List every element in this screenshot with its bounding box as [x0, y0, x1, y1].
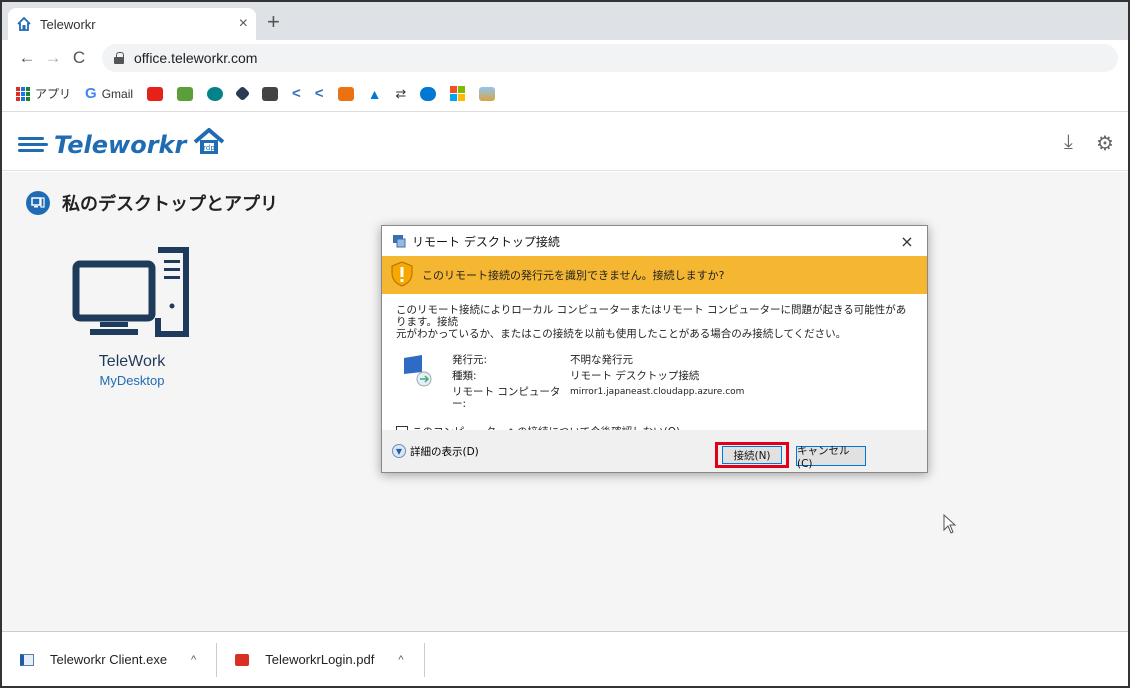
- bookmark-apps-label: アプリ: [35, 87, 72, 101]
- reload-button[interactable]: C: [66, 48, 92, 68]
- bookmark-13[interactable]: [479, 86, 496, 101]
- chevron-down-icon: ▼: [392, 444, 406, 458]
- apps-grid-icon: [16, 86, 30, 101]
- arrow-left-icon: <: [314, 85, 324, 102]
- app-header: Teleworkr rdp ⤓ ⚙: [2, 113, 1128, 171]
- house-icon: [16, 16, 32, 32]
- rdp-dialog: リモート デスクトップ接続 × このリモート接続の発行元を識別できません。接続し…: [381, 225, 928, 473]
- download-name: TeleworkrLogin.pdf: [265, 652, 375, 667]
- bookmark-7[interactable]: <: [315, 85, 324, 102]
- computer-label: リモート コンピューター:: [452, 386, 561, 410]
- url-input[interactable]: office.teleworkr.com: [102, 44, 1118, 72]
- cube-icon: [337, 86, 354, 101]
- download-divider: [423, 642, 425, 677]
- tab-title: Teleworkr: [40, 16, 96, 32]
- new-tab-button[interactable]: +: [267, 10, 280, 34]
- azure-icon: ▲: [367, 85, 382, 102]
- connect-button[interactable]: 接続(N): [722, 446, 782, 464]
- bookmark-3[interactable]: [207, 86, 224, 101]
- type-label: 種類:: [452, 370, 477, 382]
- google-icon: G: [85, 85, 97, 102]
- remote-icon: ⇄: [395, 85, 407, 101]
- pdf-file-icon: [235, 653, 250, 666]
- logo-lines-icon: [18, 137, 48, 152]
- section-title: 私のデスクトップとアプリ: [62, 194, 278, 214]
- remote-computer-icon: [402, 354, 452, 410]
- downloads-bar: Teleworkr Client.exe ^ TeleworkrLogin.pd…: [2, 633, 1128, 686]
- bookmark-6[interactable]: <: [292, 85, 301, 102]
- desktop-tile[interactable]: TeleWork MyDesktop: [62, 246, 202, 388]
- bookmark-apps[interactable]: アプリ: [16, 85, 71, 102]
- bookmark-9[interactable]: ▲: [368, 86, 382, 102]
- svg-text:rdp: rdp: [204, 144, 216, 152]
- bookmark-youtube[interactable]: [147, 86, 164, 101]
- youtube-icon: [147, 86, 164, 101]
- rdp-icon: [393, 235, 406, 248]
- desktop-section-icon: [26, 191, 50, 215]
- bookmark-8[interactable]: [337, 86, 354, 101]
- bookmark-12[interactable]: [450, 86, 466, 101]
- download-item-exe[interactable]: Teleworkr Client.exe ^: [2, 633, 216, 686]
- computer-icon: [72, 247, 189, 337]
- desktop-name: TeleWork: [98, 353, 166, 370]
- teleworkr-logo[interactable]: Teleworkr rdp: [18, 127, 226, 162]
- forward-button[interactable]: →: [40, 48, 66, 68]
- address-bar-row: ← → C office.teleworkr.com: [2, 40, 1128, 76]
- lock-icon: [114, 52, 124, 64]
- bookmark-10[interactable]: ⇄: [395, 86, 406, 102]
- tab-close-button[interactable]: ×: [239, 15, 248, 33]
- download-name: Teleworkr Client.exe: [50, 652, 168, 667]
- browser-tab[interactable]: Teleworkr ×: [8, 8, 256, 40]
- bookmark-gmail-label: Gmail: [101, 86, 134, 101]
- image-icon: [262, 86, 279, 101]
- type-value: リモート デスクトップ接続: [570, 370, 700, 382]
- info-block: 発行元: 不明な発行元 種類: リモート デスクトップ接続 リモート コンピュー…: [396, 354, 913, 410]
- publisher-label: 発行元:: [452, 354, 488, 366]
- description-line-1: このリモート接続によりローカル コンピューターまたはリモート コンピューターに問…: [396, 304, 907, 328]
- description-line-2: 元がわかっているか、またはこの接続を以前も使用したことがある場合のみ接続してくだ…: [396, 328, 847, 340]
- dialog-titlebar: リモート デスクトップ接続 ×: [382, 226, 927, 256]
- bookmark-2[interactable]: [177, 86, 194, 101]
- sharepoint-icon: [207, 86, 224, 101]
- bookmark-gmail[interactable]: G Gmail: [85, 85, 133, 102]
- microsoft-icon: [450, 86, 466, 101]
- publisher-value: 不明な発行元: [570, 354, 633, 366]
- mouse-cursor-icon: [943, 513, 957, 539]
- logo-house-icon: rdp: [192, 127, 226, 162]
- warning-text: このリモート接続の発行元を識別できません。接続しますか?: [422, 269, 725, 282]
- download-item-pdf[interactable]: TeleworkrLogin.pdf ^: [217, 633, 423, 686]
- cancel-button[interactable]: キャンセル(C): [796, 445, 866, 470]
- exe-file-icon: [20, 653, 34, 666]
- logo-text: Teleworkr: [54, 130, 187, 159]
- section-header: 私のデスクトップとアプリ: [26, 190, 278, 216]
- download-icon[interactable]: ⤓: [1064, 131, 1073, 154]
- computer-value: mirror1.japaneast.cloudapp.azure.com: [570, 387, 745, 397]
- dialog-body: このリモート接続によりローカル コンピューターまたはリモート コンピューターに問…: [382, 294, 927, 448]
- desktop-subtitle: MyDesktop: [99, 373, 165, 388]
- bookmarks-bar: アプリ G Gmail < < ▲ ⇄: [2, 76, 1128, 112]
- back-button[interactable]: ←: [14, 48, 40, 68]
- map-icon: [177, 86, 194, 101]
- warning-bar: このリモート接続の発行元を識別できません。接続しますか?: [382, 256, 927, 294]
- settings-icon[interactable]: ⚙: [1096, 131, 1114, 156]
- bookmark-4[interactable]: [234, 85, 251, 102]
- dialog-title: リモート デスクトップ接続: [412, 234, 560, 249]
- details-label: 詳細の表示(D): [410, 445, 479, 458]
- chevron-up-icon[interactable]: ^: [191, 654, 196, 666]
- cloud-icon: [420, 86, 437, 101]
- show-details-toggle[interactable]: ▼ 詳細の表示(D): [392, 444, 479, 459]
- bookmark-5[interactable]: [262, 86, 279, 101]
- dialog-close-button[interactable]: ×: [887, 232, 927, 251]
- warning-shield-icon: [390, 260, 414, 290]
- diamond-icon: [234, 85, 251, 102]
- tab-strip: Teleworkr × +: [2, 2, 1128, 40]
- url-text: office.teleworkr.com: [134, 50, 258, 66]
- bookmark-11[interactable]: [420, 86, 437, 101]
- landscape-icon: [479, 86, 496, 101]
- info-grid: 発行元: 不明な発行元 種類: リモート デスクトップ接続 リモート コンピュー…: [452, 354, 744, 410]
- arrow-left-icon: <: [292, 85, 301, 102]
- connect-button-highlight: 接続(N): [715, 442, 789, 468]
- chevron-up-icon[interactable]: ^: [398, 654, 403, 666]
